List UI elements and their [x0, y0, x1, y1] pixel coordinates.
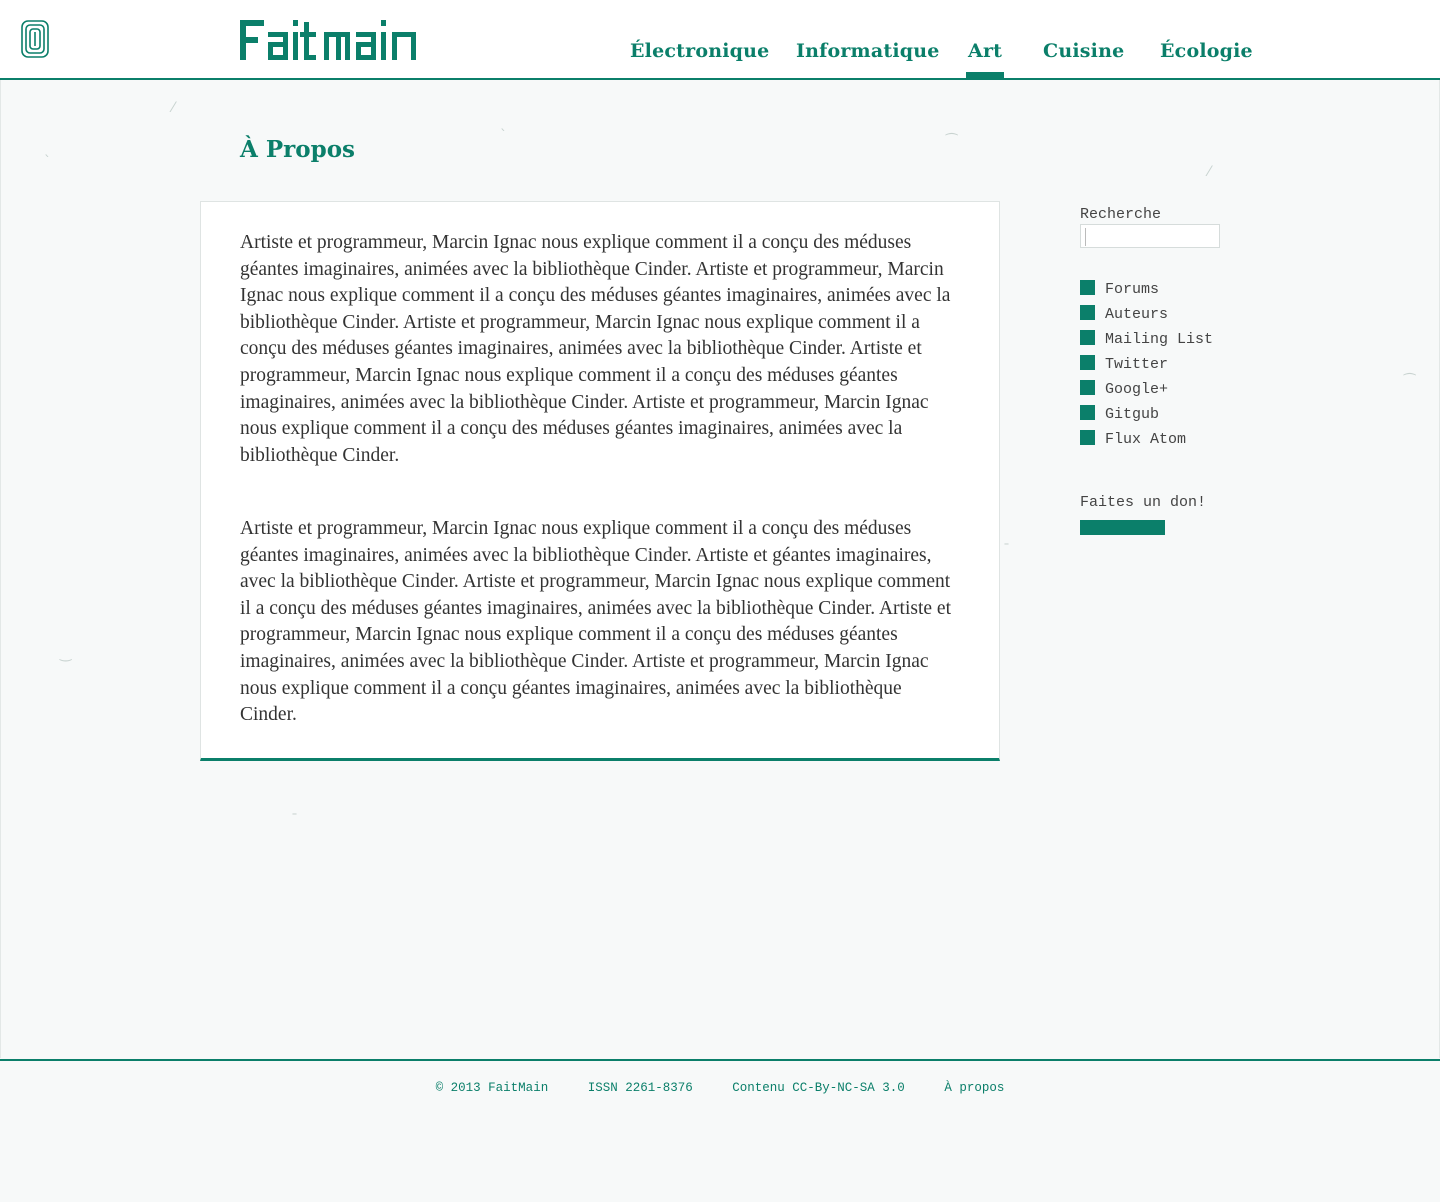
sidebar-link-label[interactable]: Google+	[1105, 381, 1168, 398]
page-title: À Propos	[240, 136, 355, 163]
site-header: Électronique Informatique Art Cuisine Éc…	[0, 0, 1440, 80]
square-bullet-icon	[1080, 405, 1095, 420]
decorative-speck: ˋ	[500, 128, 507, 144]
sidebar-link-label[interactable]: Flux Atom	[1105, 431, 1186, 448]
footer-license-link[interactable]: Contenu CC-By-NC-SA 3.0	[732, 1081, 905, 1095]
decorative-speck: ⁄	[1208, 164, 1211, 180]
square-bullet-icon	[1080, 330, 1095, 345]
article-paragraph: Artiste et programmeur, Marcin Ignac nou…	[240, 232, 951, 466]
footer-copyright: © 2013 FaitMain	[435, 1081, 549, 1095]
decorative-speck: ˉ	[1003, 542, 1010, 558]
nav-item-electronique[interactable]: Électronique	[630, 40, 769, 62]
footer-about-link[interactable]: À propos	[944, 1081, 1004, 1095]
text-cursor	[1085, 228, 1086, 246]
square-bullet-icon	[1080, 280, 1095, 295]
square-bullet-icon	[1080, 305, 1095, 320]
decorative-speck: ⁀	[946, 134, 958, 150]
site-footer: © 2013 FaitMain ISSN 2261-8376 Contenu C…	[0, 1059, 1440, 1202]
sidebar-link-label[interactable]: Gitgub	[1105, 406, 1159, 423]
search-label: Recherche	[1080, 206, 1162, 223]
sidebar-link-label[interactable]: Twitter	[1105, 356, 1168, 373]
sidebar-link-label[interactable]: Forums	[1105, 281, 1159, 298]
article-panel: Artiste et programmeur, Marcin Ignac nou…	[200, 201, 1000, 761]
decorative-speck: ⁀	[1404, 374, 1416, 390]
article-paragraph: Artiste et programmeur, Marcin Ignac nou…	[240, 518, 951, 726]
square-bullet-icon	[1080, 430, 1095, 445]
decorative-speck: ⁄	[172, 100, 175, 116]
search-input[interactable]	[1080, 224, 1220, 248]
nav-item-ecologie[interactable]: Écologie	[1160, 40, 1253, 62]
decorative-speck: ‿	[60, 646, 72, 662]
footer-issn: ISSN 2261-8376	[587, 1081, 693, 1095]
nav-item-informatique[interactable]: Informatique	[796, 40, 940, 62]
square-bullet-icon	[1080, 355, 1095, 370]
decorative-speck: ˋ	[44, 154, 51, 170]
footer-links: © 2013 FaitMain ISSN 2261-8376 Contenu C…	[0, 1081, 1440, 1095]
sidebar-link-label[interactable]: Mailing List	[1105, 331, 1213, 348]
decorative-speck: ˉ	[291, 812, 298, 828]
donate-button[interactable]	[1080, 520, 1165, 535]
nav-item-cuisine[interactable]: Cuisine	[1043, 40, 1124, 62]
square-bullet-icon	[1080, 380, 1095, 395]
main-nav: Électronique Informatique Art Cuisine Éc…	[0, 40, 1440, 78]
sidebar-link-label[interactable]: Auteurs	[1105, 306, 1168, 323]
nav-item-art[interactable]: Art	[965, 40, 1005, 78]
donate-label: Faites un don!	[1080, 494, 1207, 511]
